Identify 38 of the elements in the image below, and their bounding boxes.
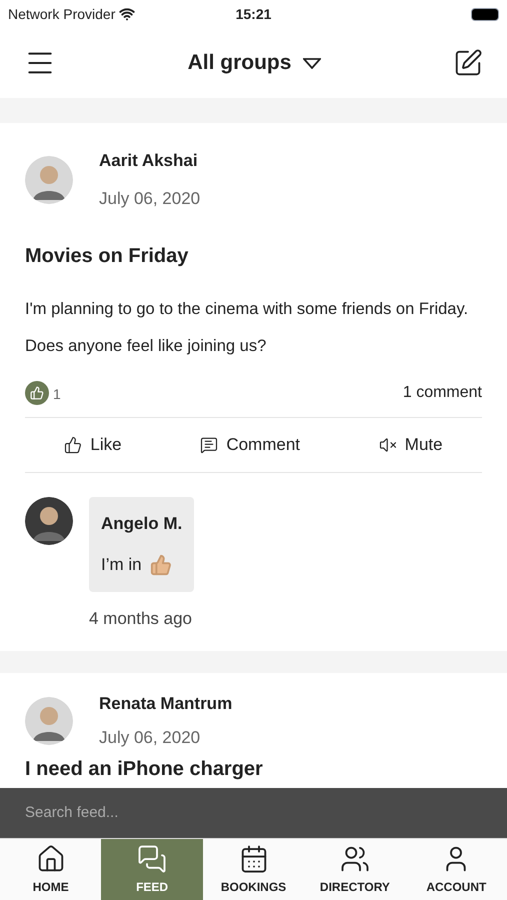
tab[interactable]: DIRECTORY: [304, 839, 406, 900]
post-action-button[interactable]: Mute: [378, 432, 443, 458]
battery-icon: [471, 8, 499, 20]
caret-icon: [303, 58, 322, 68]
post-date: July 06, 2020: [99, 188, 200, 210]
avatar: [25, 696, 73, 744]
compose-button[interactable]: [453, 48, 483, 78]
post-action-button[interactable]: Comment: [200, 432, 300, 458]
tab[interactable]: ACCOUNT: [406, 839, 507, 900]
comment-time: 4 months ago: [89, 608, 194, 630]
post-title: I need an iPhone charger: [25, 757, 264, 782]
carrier-name: Network Provider: [8, 4, 116, 24]
tab[interactable]: HOME: [0, 839, 102, 900]
post-date: July 06, 2020: [99, 726, 202, 748]
thumbs-up-icon: [150, 554, 172, 576]
wifi-icon: [119, 6, 136, 22]
post-title: Movies on Friday: [25, 244, 190, 269]
avatar: [25, 156, 73, 204]
tab[interactable]: FEED: [101, 839, 203, 900]
post-body: I'm planning to go to the cinema with some friends on Friday. Does anyone feel like joining us?: [25, 299, 470, 357]
mute-icon: [378, 436, 397, 454]
chat-bubbles-icon: [137, 844, 168, 874]
comment-text: I’m in: [101, 554, 142, 576]
search-bar[interactable]: Search feed...: [0, 788, 507, 838]
comment-count: 1 comment: [402, 383, 482, 403]
like-count: 1: [53, 385, 61, 404]
comment-icon: [200, 436, 218, 454]
thumbs-up-icon: [64, 436, 82, 454]
search-field[interactable]: Search feed...: [25, 802, 225, 824]
author-name: Aarit Akshai: [99, 150, 199, 172]
post-action-button[interactable]: Like: [64, 432, 122, 458]
clock: 15:21: [236, 4, 272, 24]
avatar: [25, 496, 73, 544]
author-name: Renata Mantrum: [99, 693, 232, 715]
comment-author: Angelo M.: [101, 512, 182, 535]
like-badge-icon: [25, 381, 49, 405]
tab[interactable]: BOOKINGS: [202, 839, 304, 900]
group-selector[interactable]: All groups: [188, 47, 322, 79]
